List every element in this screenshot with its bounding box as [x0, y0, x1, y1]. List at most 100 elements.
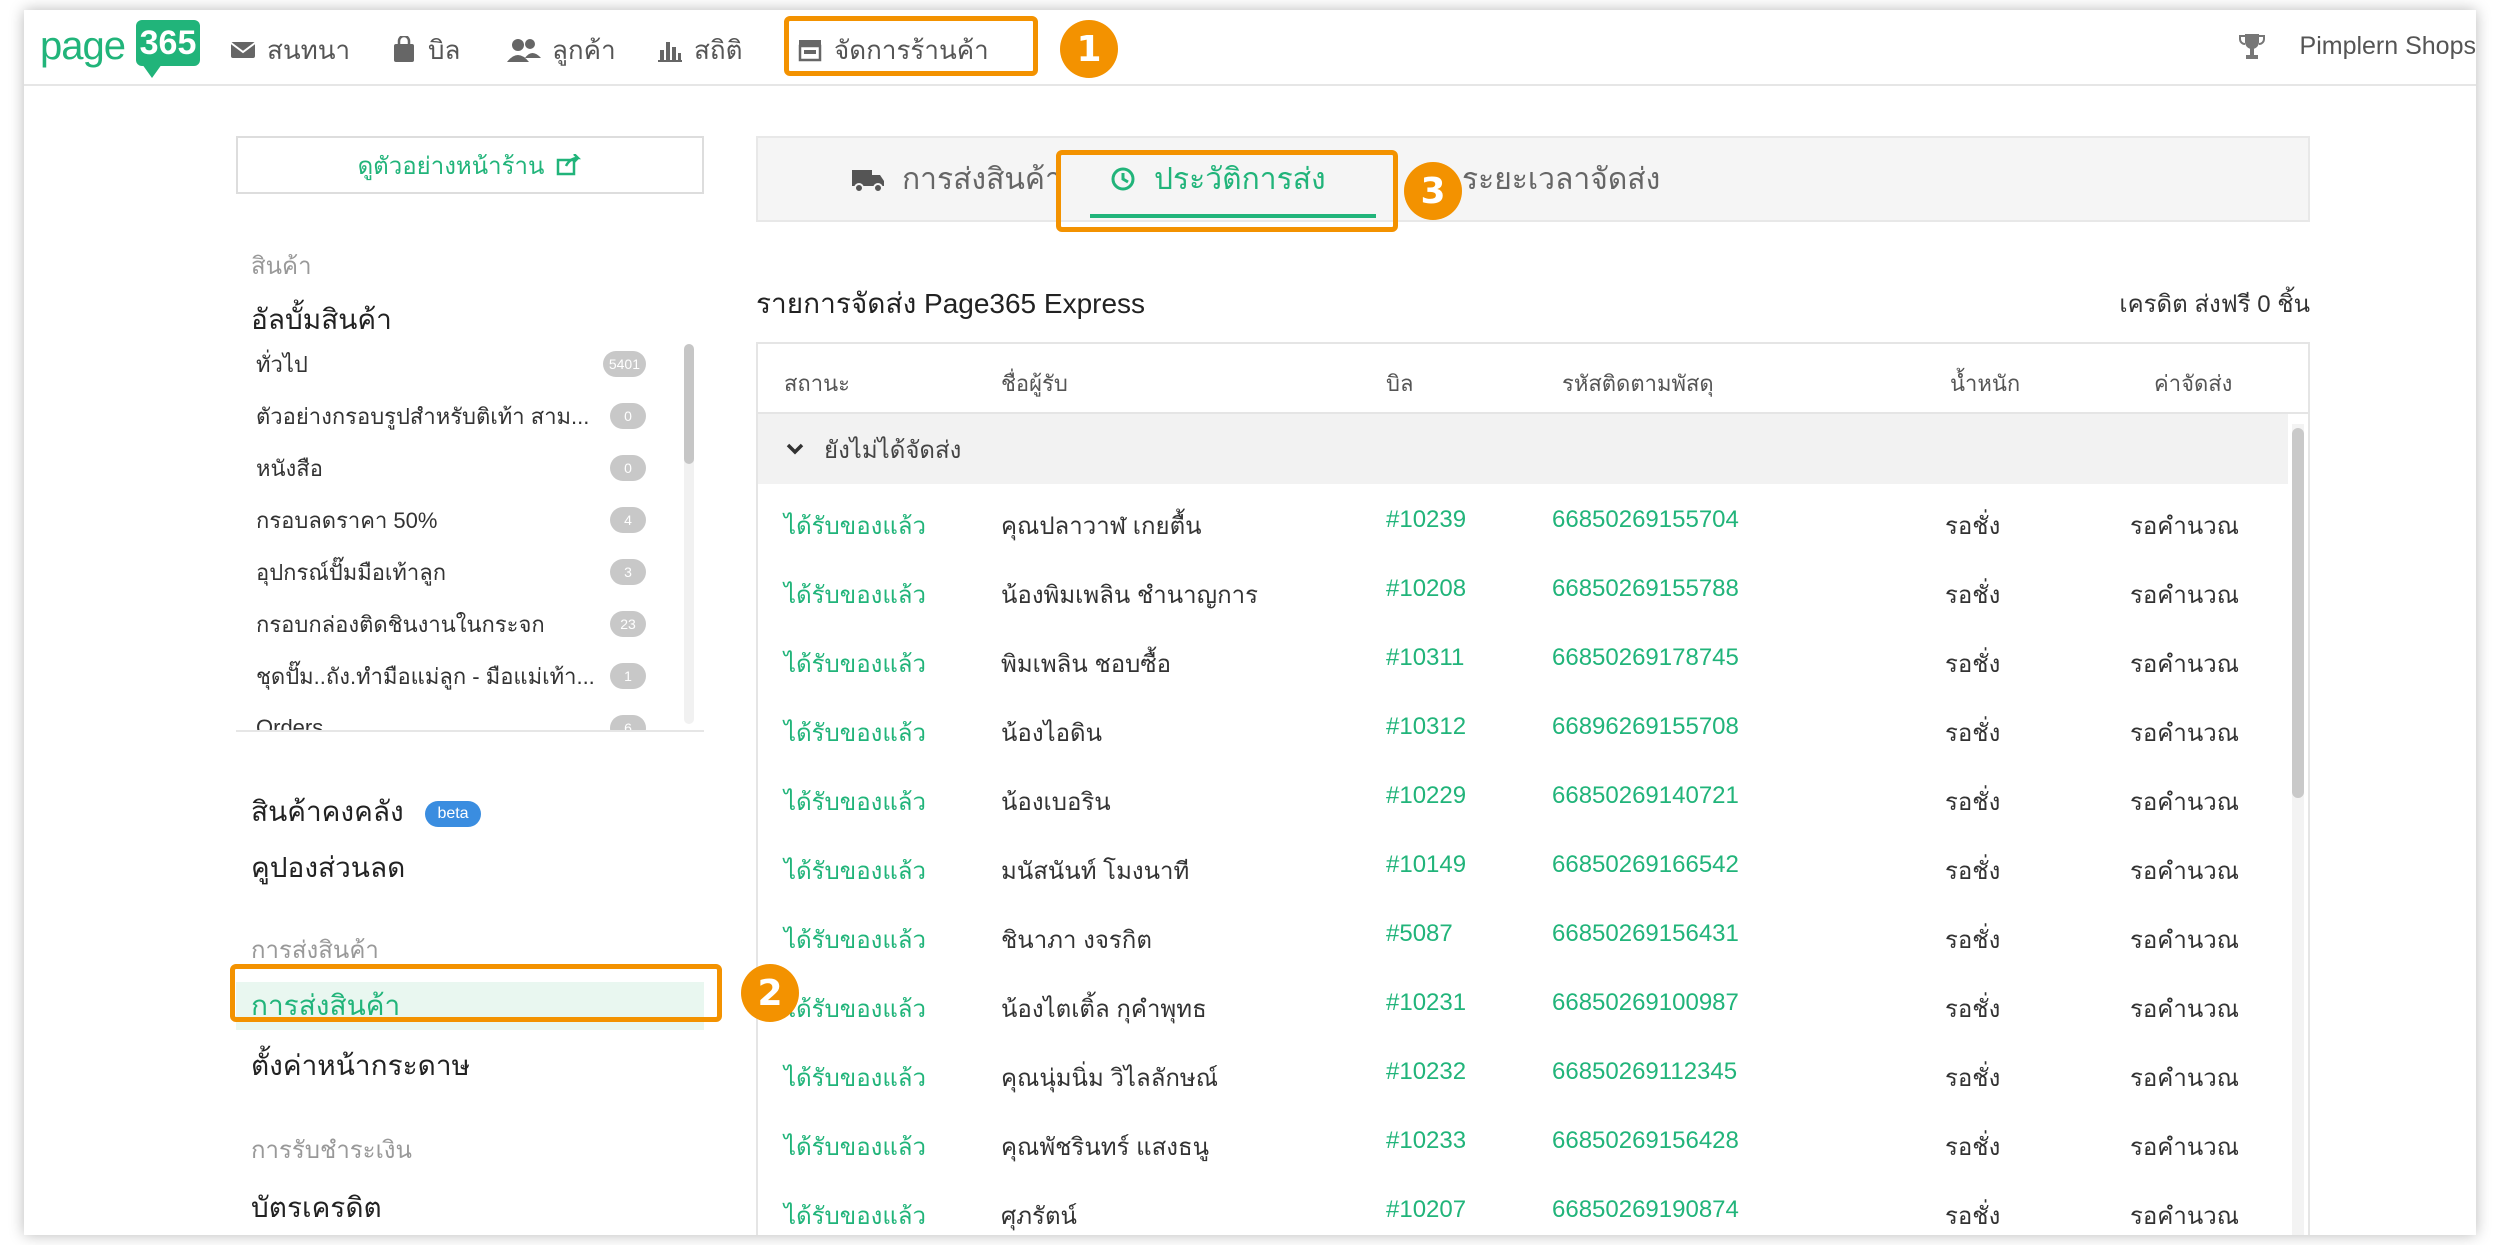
album-item-label: หนังสือ	[256, 455, 323, 481]
tracking-link[interactable]: 66850269190874	[1552, 1196, 1739, 1224]
status-link[interactable]: ได้รับของแล้ว	[784, 1127, 926, 1166]
table-row: ได้รับของแล้ว มนัสนันท์ โมงนาที #10149 6…	[758, 831, 2288, 900]
cost-value: รอคำนวณ	[2130, 1134, 2239, 1161]
tracking-link[interactable]: 66850269112345	[1552, 1058, 1737, 1086]
annotation-highlight-shipping	[230, 964, 722, 1022]
bill-link[interactable]: #10229	[1386, 782, 1466, 810]
tracking-link[interactable]: 66850269178745	[1552, 644, 1739, 672]
album-item-label: ทั่วไป	[256, 351, 308, 377]
album-item[interactable]: Orders 6	[256, 708, 646, 732]
table-row: ได้รับของแล้ว น้องไอดิน #10312 668962691…	[758, 693, 2288, 762]
tracking-link[interactable]: 66850269166542	[1552, 851, 1739, 879]
nav-bills-label: บิล	[428, 34, 461, 65]
table-header: สถานะ ชื่อผู้รับ บิล รหัสติดตามพัสดุ น้ำ…	[758, 344, 2308, 414]
cost-value: รอคำนวณ	[2130, 720, 2239, 747]
bag-icon	[394, 36, 414, 62]
cost-value: รอคำนวณ	[2130, 996, 2239, 1023]
tab-delivery-time-label: ระยะเวลาจัดส่ง	[1462, 162, 1661, 196]
bill-link[interactable]: #5087	[1386, 920, 1453, 948]
status-link[interactable]: ได้รับของแล้ว	[784, 575, 926, 614]
status-link[interactable]: ได้รับของแล้ว	[784, 851, 926, 890]
sidebar-item-inventory[interactable]: สินค้าคงคลัง beta	[251, 790, 481, 834]
store-preview-button[interactable]: ดูตัวอย่างหน้าร้าน	[236, 136, 704, 194]
status-link[interactable]: ได้รับของแล้ว	[784, 920, 926, 959]
tracking-link[interactable]: 66850269100987	[1552, 989, 1739, 1017]
bill-link[interactable]: #10233	[1386, 1127, 1466, 1155]
status-link[interactable]: ได้รับของแล้ว	[784, 782, 926, 821]
chevron-down-icon	[786, 443, 804, 455]
table-row: ได้รับของแล้ว พิมเพลิน ชอบซื้อ #10311 66…	[758, 624, 2288, 693]
tracking-link[interactable]: 66850269156428	[1552, 1127, 1739, 1155]
album-scrollbar-thumb[interactable]	[684, 344, 694, 464]
column-header-tracking: รหัสติดตามพัสดุ	[1562, 371, 1714, 396]
table-row: ได้รับของแล้ว น้องไตเติ้ล กุคำพุทธ #1023…	[758, 969, 2288, 1038]
annotation-step-2: 2	[741, 964, 799, 1022]
sidebar-item-coupons[interactable]: คูปองส่วนลด	[251, 846, 405, 890]
nav-customers[interactable]: ลูกค้า	[506, 30, 616, 70]
bill-link[interactable]: #10208	[1386, 575, 1466, 603]
recipient-name: คุณปลาวาฬ เกยตื้น	[1001, 513, 1202, 540]
shipping-tabs: การส่งสินค้า ประวัติการส่ง ระยะเวลาจัดส่…	[756, 136, 2310, 222]
bill-link[interactable]: #10231	[1386, 989, 1466, 1017]
album-item-label: กรอบลดราคา 50%	[256, 507, 438, 533]
recipient-name: น้องเบอริน	[1001, 789, 1111, 816]
payment-heading: การรับชำระเงิน	[251, 1137, 412, 1164]
album-item[interactable]: กรอบลดราคา 50% 4	[256, 500, 646, 540]
nav-chat[interactable]: สนทนา	[229, 30, 350, 70]
status-link[interactable]: ได้รับของแล้ว	[784, 1058, 926, 1097]
tracking-link[interactable]: 66850269156431	[1552, 920, 1739, 948]
app-window: page 365 สนทนา บิล ลูกค้า สถิติ จัดการร้…	[24, 10, 2476, 1235]
status-link[interactable]: ได้รับของแล้ว	[784, 506, 926, 545]
nav-stats[interactable]: สถิติ	[656, 30, 743, 70]
album-item[interactable]: ทั่วไป 5401	[256, 344, 646, 384]
tracking-link[interactable]: 66850269155704	[1552, 506, 1739, 534]
weight-value: รอชั่ง	[1945, 996, 2001, 1023]
album-item-label: อุปกรณ์ปั๊มมือเท้าลูก	[256, 559, 447, 585]
status-link[interactable]: ได้รับของแล้ว	[784, 989, 926, 1028]
nav-bills[interactable]: บิล	[390, 30, 460, 70]
status-link[interactable]: ได้รับของแล้ว	[784, 644, 926, 683]
table-scrollbar-thumb[interactable]	[2292, 428, 2304, 798]
bill-link[interactable]: #10311	[1386, 644, 1464, 672]
tracking-link[interactable]: 66850269140721	[1552, 782, 1739, 810]
sidebar-item-credit-card[interactable]: บัตรเครดิต	[251, 1186, 382, 1230]
table-row: ได้รับของแล้ว ชินาภา งจรกิต #5087 668502…	[758, 900, 2288, 969]
album-item[interactable]: อุปกรณ์ปั๊มมือเท้าลูก 3	[256, 552, 646, 592]
bill-link[interactable]: #10312	[1386, 713, 1466, 741]
album-item[interactable]: ตัวอย่างกรอบรูปสำหรับติเท้า สาม... 0	[256, 396, 646, 436]
status-link[interactable]: ได้รับของแล้ว	[784, 1196, 926, 1235]
chat-icon	[230, 42, 256, 58]
tracking-link[interactable]: 66850269155788	[1552, 575, 1739, 603]
group-not-shipped[interactable]: ยังไม่ได้จัดส่ง	[758, 414, 2288, 484]
album-item-label: Orders	[256, 715, 324, 732]
album-item[interactable]: ชุดปั๊ม..ถัง.ทำมือแม่ลูก - มือแม่เท้า...…	[256, 656, 646, 696]
recipient-name: ชินาภา งจรกิต	[1001, 927, 1152, 954]
album-item[interactable]: หนังสือ 0	[256, 448, 646, 488]
status-link[interactable]: ได้รับของแล้ว	[784, 713, 926, 752]
sidebar-item-paper-settings[interactable]: ตั้งค่าหน้ากระดาษ	[251, 1044, 470, 1088]
weight-value: รอชั่ง	[1945, 582, 2001, 609]
recipient-name: น้องไอดิน	[1001, 720, 1103, 747]
table-row: ได้รับของแล้ว น้องเบอริน #10229 66850269…	[758, 762, 2288, 831]
annotation-step-3: 3	[1404, 162, 1462, 220]
column-header-bill: บิล	[1386, 371, 1414, 396]
recipient-name: คุณนุ่มนิ่ม วิไลลักษณ์	[1001, 1065, 1219, 1092]
album-item[interactable]: กรอบกล่องติดชินงานในกระจก 23	[256, 604, 646, 644]
album-item-label: ชุดปั๊ม..ถัง.ทำมือแม่ลูก - มือแม่เท้า...	[256, 663, 595, 689]
section-title: รายการจัดส่ง Page365 Express	[756, 288, 1146, 319]
bill-link[interactable]: #10207	[1386, 1196, 1466, 1224]
column-header-recipient: ชื่อผู้รับ	[1001, 371, 1068, 396]
tab-shipping[interactable]: การส่งสินค้า	[850, 138, 1062, 220]
cost-value: รอคำนวณ	[2130, 789, 2239, 816]
shop-name[interactable]: Pimplern Shops	[2300, 32, 2476, 61]
trophy-icon[interactable]	[2238, 32, 2266, 62]
bill-link[interactable]: #10232	[1386, 1058, 1466, 1086]
cost-value: รอคำนวณ	[2130, 1203, 2239, 1230]
recipient-name: น้องไตเติ้ล กุคำพุทธ	[1001, 996, 1207, 1023]
table-row: ได้รับของแล้ว ศุภรัตน์ #10207 6685026919…	[758, 1176, 2288, 1235]
album-count-badge: 4	[610, 507, 646, 533]
cost-value: รอคำนวณ	[2130, 1065, 2239, 1092]
bill-link[interactable]: #10149	[1386, 851, 1466, 879]
bill-link[interactable]: #10239	[1386, 506, 1466, 534]
tracking-link[interactable]: 66896269155708	[1552, 713, 1739, 741]
